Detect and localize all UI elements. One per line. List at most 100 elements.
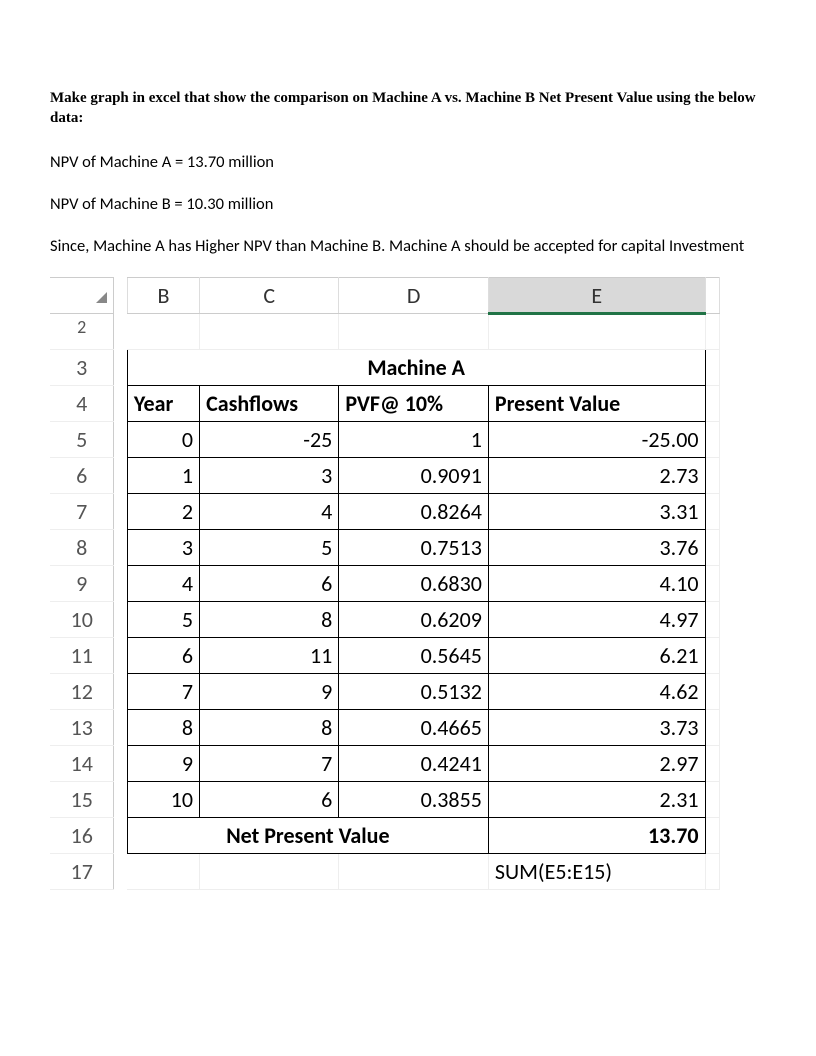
- col-header-C[interactable]: C: [200, 278, 339, 314]
- cell-E5[interactable]: -25.00: [488, 422, 705, 458]
- npv-value[interactable]: 13.70: [488, 818, 705, 854]
- row-header-7[interactable]: 7: [50, 494, 114, 530]
- cell-B6[interactable]: 1: [127, 458, 199, 494]
- row-header-13[interactable]: 13: [50, 710, 114, 746]
- cell-E7[interactable]: 3.31: [488, 494, 705, 530]
- cell-B11[interactable]: 6: [127, 638, 199, 674]
- column-header-row: B C D E: [50, 278, 720, 314]
- row-header-6[interactable]: 6: [50, 458, 114, 494]
- cell-F15[interactable]: [705, 782, 719, 818]
- row-header-12[interactable]: 12: [50, 674, 114, 710]
- header-present-value[interactable]: Present Value: [488, 386, 705, 422]
- row-header-16[interactable]: 16: [50, 818, 114, 854]
- cell-B13[interactable]: 8: [127, 710, 199, 746]
- cell-E9[interactable]: 4.10: [488, 566, 705, 602]
- cell-F6[interactable]: [705, 458, 719, 494]
- cell-E11[interactable]: 6.21: [488, 638, 705, 674]
- cell-D13[interactable]: 0.4665: [339, 710, 489, 746]
- cell-E15[interactable]: 2.31: [488, 782, 705, 818]
- cell-F10[interactable]: [705, 602, 719, 638]
- cell-D14[interactable]: 0.4241: [339, 746, 489, 782]
- row-header-10[interactable]: 10: [50, 602, 114, 638]
- cell-E8[interactable]: 3.76: [488, 530, 705, 566]
- row-header-4[interactable]: 4: [50, 386, 114, 422]
- npv-a-line: NPV of Machine A = 13.70 million: [50, 151, 766, 173]
- cell-F2[interactable]: [705, 314, 719, 350]
- cell-F7[interactable]: [705, 494, 719, 530]
- cell-B12[interactable]: 7: [127, 674, 199, 710]
- cell-C17[interactable]: [200, 854, 339, 890]
- cell-F5[interactable]: [705, 422, 719, 458]
- cell-F8[interactable]: [705, 530, 719, 566]
- cell-C14[interactable]: 7: [200, 746, 339, 782]
- cell-B2[interactable]: [127, 314, 199, 350]
- cell-C12[interactable]: 9: [200, 674, 339, 710]
- cell-D17[interactable]: [339, 854, 489, 890]
- cell-F4[interactable]: [705, 386, 719, 422]
- row-header-11[interactable]: 11: [50, 638, 114, 674]
- cell-D9[interactable]: 0.6830: [339, 566, 489, 602]
- row-header-3[interactable]: 3: [50, 350, 114, 386]
- cell-C8[interactable]: 5: [200, 530, 339, 566]
- cell-E14[interactable]: 2.97: [488, 746, 705, 782]
- cell-E6[interactable]: 2.73: [488, 458, 705, 494]
- cell-F12[interactable]: [705, 674, 719, 710]
- cell-C2[interactable]: [200, 314, 339, 350]
- cell-F17[interactable]: [705, 854, 719, 890]
- npv-label[interactable]: Net Present Value: [127, 818, 488, 854]
- cell-E2[interactable]: [488, 314, 705, 350]
- cell-D10[interactable]: 0.6209: [339, 602, 489, 638]
- cell-B9[interactable]: 4: [127, 566, 199, 602]
- row-header-15[interactable]: 15: [50, 782, 114, 818]
- cell-E13[interactable]: 3.73: [488, 710, 705, 746]
- row-header-17[interactable]: 17: [50, 854, 114, 890]
- cell-B14[interactable]: 9: [127, 746, 199, 782]
- cell-D11[interactable]: 0.5645: [339, 638, 489, 674]
- cell-C7[interactable]: 4: [200, 494, 339, 530]
- cell-D8[interactable]: 0.7513: [339, 530, 489, 566]
- cell-F3[interactable]: [705, 350, 719, 386]
- cell-B7[interactable]: 2: [127, 494, 199, 530]
- cell-D7[interactable]: 0.8264: [339, 494, 489, 530]
- cell-C15[interactable]: 6: [200, 782, 339, 818]
- col-header-F[interactable]: [705, 278, 719, 314]
- npv-b-line: NPV of Machine B = 10.30 million: [50, 193, 766, 215]
- select-all-corner[interactable]: [50, 278, 114, 314]
- cell-D6[interactable]: 0.9091: [339, 458, 489, 494]
- cell-B10[interactable]: 5: [127, 602, 199, 638]
- header-year[interactable]: Year: [127, 386, 199, 422]
- cell-B5[interactable]: 0: [127, 422, 199, 458]
- cell-D15[interactable]: 0.3855: [339, 782, 489, 818]
- row-header-2[interactable]: 2: [50, 314, 114, 350]
- header-cashflows[interactable]: Cashflows: [200, 386, 339, 422]
- cell-C10[interactable]: 8: [200, 602, 339, 638]
- cell-C11[interactable]: 11: [200, 638, 339, 674]
- row-header-14[interactable]: 14: [50, 746, 114, 782]
- cell-B8[interactable]: 3: [127, 530, 199, 566]
- cell-D5[interactable]: 1: [339, 422, 489, 458]
- cell-C5[interactable]: -25: [200, 422, 339, 458]
- cell-C6[interactable]: 3: [200, 458, 339, 494]
- row-header-5[interactable]: 5: [50, 422, 114, 458]
- cell-E10[interactable]: 4.97: [488, 602, 705, 638]
- cell-C9[interactable]: 6: [200, 566, 339, 602]
- header-pvf[interactable]: PVF@ 10%: [339, 386, 489, 422]
- row-header-8[interactable]: 8: [50, 530, 114, 566]
- cell-E17-formula[interactable]: SUM(E5:E15): [488, 854, 705, 890]
- cell-F13[interactable]: [705, 710, 719, 746]
- col-header-B[interactable]: B: [127, 278, 199, 314]
- cell-E12[interactable]: 4.62: [488, 674, 705, 710]
- cell-F16[interactable]: [705, 818, 719, 854]
- cell-B15[interactable]: 10: [127, 782, 199, 818]
- cell-F14[interactable]: [705, 746, 719, 782]
- cell-C13[interactable]: 8: [200, 710, 339, 746]
- table-title[interactable]: Machine A: [127, 350, 705, 386]
- cell-F11[interactable]: [705, 638, 719, 674]
- cell-F9[interactable]: [705, 566, 719, 602]
- cell-D12[interactable]: 0.5132: [339, 674, 489, 710]
- row-header-9[interactable]: 9: [50, 566, 114, 602]
- cell-B17[interactable]: [127, 854, 199, 890]
- col-header-E[interactable]: E: [488, 278, 705, 314]
- cell-D2[interactable]: [339, 314, 489, 350]
- col-header-D[interactable]: D: [339, 278, 489, 314]
